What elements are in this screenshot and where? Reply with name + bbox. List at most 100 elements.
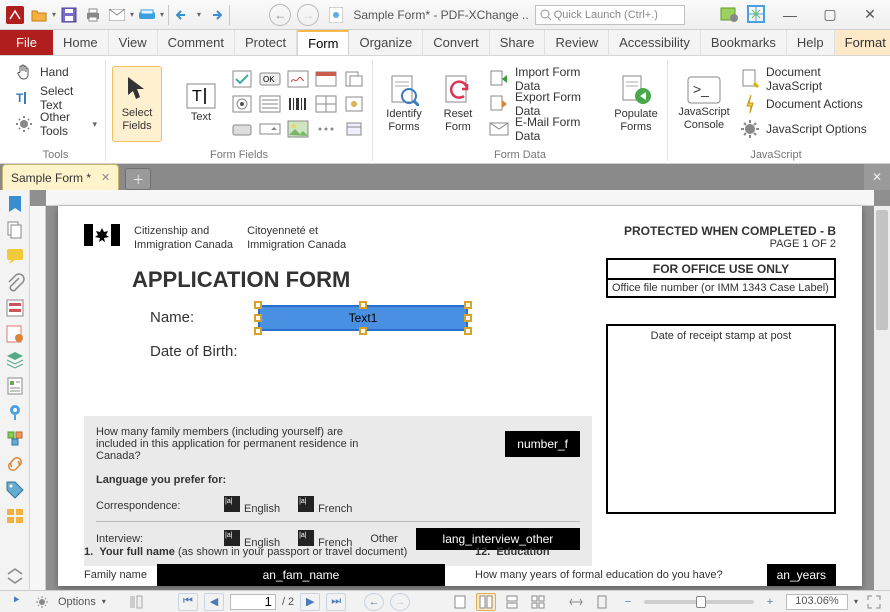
email-form-data[interactable]: E-Mail Form Data — [487, 117, 607, 141]
tab-home[interactable]: Home — [53, 30, 109, 55]
destinations-icon[interactable] — [5, 402, 25, 422]
checkbox-field-icon[interactable] — [230, 67, 254, 91]
nav-back-status-icon[interactable]: ← — [364, 593, 384, 611]
close-button[interactable]: ✕ — [850, 0, 890, 30]
export-form-data[interactable]: Export Form Data — [487, 92, 607, 116]
zoom-value[interactable]: 103.06% — [786, 594, 848, 610]
dropdown-field-icon[interactable] — [258, 117, 282, 141]
fit-width-icon[interactable] — [566, 593, 586, 611]
zoom-in-icon[interactable]: + — [760, 593, 780, 611]
quick-launch-input[interactable]: Quick Launch (Ctrl+.) — [535, 5, 685, 25]
panel-options-icon[interactable] — [5, 566, 25, 586]
tab-comment[interactable]: Comment — [158, 30, 235, 55]
zoom-slider[interactable] — [644, 600, 754, 604]
close-tab-icon[interactable]: ✕ — [101, 171, 110, 184]
barcode-field-icon[interactable] — [286, 92, 310, 116]
layout1-icon[interactable] — [450, 593, 470, 611]
pages-icon[interactable] — [5, 220, 25, 240]
minimize-button[interactable]: — — [770, 0, 810, 30]
identify-forms-button[interactable]: Identify Forms — [379, 66, 429, 142]
layout4-icon[interactable] — [528, 593, 548, 611]
hand-tool[interactable]: Hand — [12, 60, 71, 84]
tab-help[interactable]: Help — [787, 30, 835, 55]
close-all-tabs-icon[interactable]: ✕ — [864, 164, 890, 190]
last-page-icon[interactable]: ⏭ — [326, 593, 346, 611]
redo-icon[interactable] — [203, 4, 225, 26]
zoom-out-icon[interactable]: − — [618, 593, 638, 611]
scrollbar-vertical[interactable] — [874, 206, 890, 590]
tab-bookmarks[interactable]: Bookmarks — [701, 30, 787, 55]
page-input[interactable] — [230, 594, 276, 610]
status-expand-icon[interactable]: ⯈ — [6, 593, 26, 611]
populate-forms-button[interactable]: Populate Forms — [611, 66, 661, 142]
status-layout-icon[interactable] — [126, 593, 146, 611]
content-icon[interactable] — [5, 376, 25, 396]
fields-panel-icon[interactable] — [5, 298, 25, 318]
number-field[interactable]: number_f — [505, 431, 580, 457]
form-misc3-icon[interactable] — [342, 117, 366, 141]
prev-page-icon[interactable]: ◀ — [204, 593, 224, 611]
document-actions[interactable]: Document Actions — [738, 92, 878, 116]
3d-icon[interactable] — [5, 428, 25, 448]
order-icon[interactable] — [5, 506, 25, 526]
family-name-field[interactable]: an_fam_name — [157, 564, 445, 586]
nav-back-icon[interactable]: ← — [269, 4, 291, 26]
tab-accessibility[interactable]: Accessibility — [609, 30, 701, 55]
radio-field-icon[interactable] — [230, 92, 254, 116]
fullscreen-icon[interactable] — [864, 593, 884, 611]
links-icon[interactable] — [5, 454, 25, 474]
tab-form[interactable]: Form — [297, 30, 349, 55]
list-field-icon[interactable] — [258, 92, 282, 116]
file-tab[interactable]: File — [0, 30, 53, 55]
options-label[interactable]: Options — [58, 596, 96, 608]
select-fields-button[interactable]: Select Fields — [112, 66, 162, 142]
nav-fwd-status-icon[interactable]: → — [390, 593, 410, 611]
years-field[interactable]: an_years — [767, 564, 836, 586]
select-text-tool[interactable]: TSelect Text — [12, 86, 99, 110]
text-field-button[interactable]: T Text — [176, 66, 226, 142]
form-misc2-icon[interactable] — [342, 92, 366, 116]
other-tools[interactable]: Other Tools ▾ — [12, 112, 99, 136]
addon1-icon[interactable] — [720, 4, 742, 26]
js-console-button[interactable]: >_ JavaScript Console — [674, 66, 734, 142]
tab-organize[interactable]: Organize — [349, 30, 423, 55]
reset-form-button[interactable]: Reset Form — [433, 66, 483, 142]
grid-field-icon[interactable] — [314, 92, 338, 116]
layers-icon[interactable] — [5, 350, 25, 370]
status-gear-icon[interactable] — [32, 593, 52, 611]
fit-page-icon[interactable] — [592, 593, 612, 611]
tab-review[interactable]: Review — [545, 30, 609, 55]
int-french-check[interactable] — [298, 530, 314, 546]
comments-icon[interactable] — [5, 246, 25, 266]
button-field-icon[interactable] — [230, 117, 254, 141]
maximize-button[interactable]: ▢ — [810, 0, 850, 30]
tags-icon[interactable] — [5, 480, 25, 500]
form-misc1-icon[interactable] — [342, 67, 366, 91]
tab-view[interactable]: View — [109, 30, 158, 55]
corr-english-check[interactable] — [224, 496, 240, 512]
print-icon[interactable] — [82, 4, 104, 26]
open-icon[interactable] — [28, 4, 50, 26]
tab-format[interactable]: Format — [835, 30, 890, 55]
corr-french-check[interactable] — [298, 496, 314, 512]
mail-icon[interactable] — [106, 4, 128, 26]
signature-field-icon[interactable] — [286, 67, 310, 91]
import-form-data[interactable]: Import Form Data — [487, 67, 607, 91]
bookmark-icon[interactable] — [5, 194, 25, 214]
layout3-icon[interactable] — [502, 593, 522, 611]
tab-share[interactable]: Share — [490, 30, 546, 55]
int-english-check[interactable] — [224, 530, 240, 546]
tab-convert[interactable]: Convert — [423, 30, 490, 55]
document-javascript[interactable]: Document JavaScript — [738, 67, 878, 91]
date-field-icon[interactable] — [314, 67, 338, 91]
more-fields-icon[interactable] — [314, 117, 338, 141]
layout2-icon[interactable] — [476, 593, 496, 611]
image-field-icon[interactable] — [286, 117, 310, 141]
undo-icon[interactable] — [173, 4, 195, 26]
next-page-icon[interactable]: ▶ — [300, 593, 320, 611]
new-tab-button[interactable]: ＋ — [125, 168, 151, 190]
signatures-panel-icon[interactable] — [5, 324, 25, 344]
ok-button-field-icon[interactable]: OK — [258, 67, 282, 91]
selected-text-field[interactable]: Text1 — [258, 305, 468, 331]
first-page-icon[interactable]: ⏮ — [178, 593, 198, 611]
